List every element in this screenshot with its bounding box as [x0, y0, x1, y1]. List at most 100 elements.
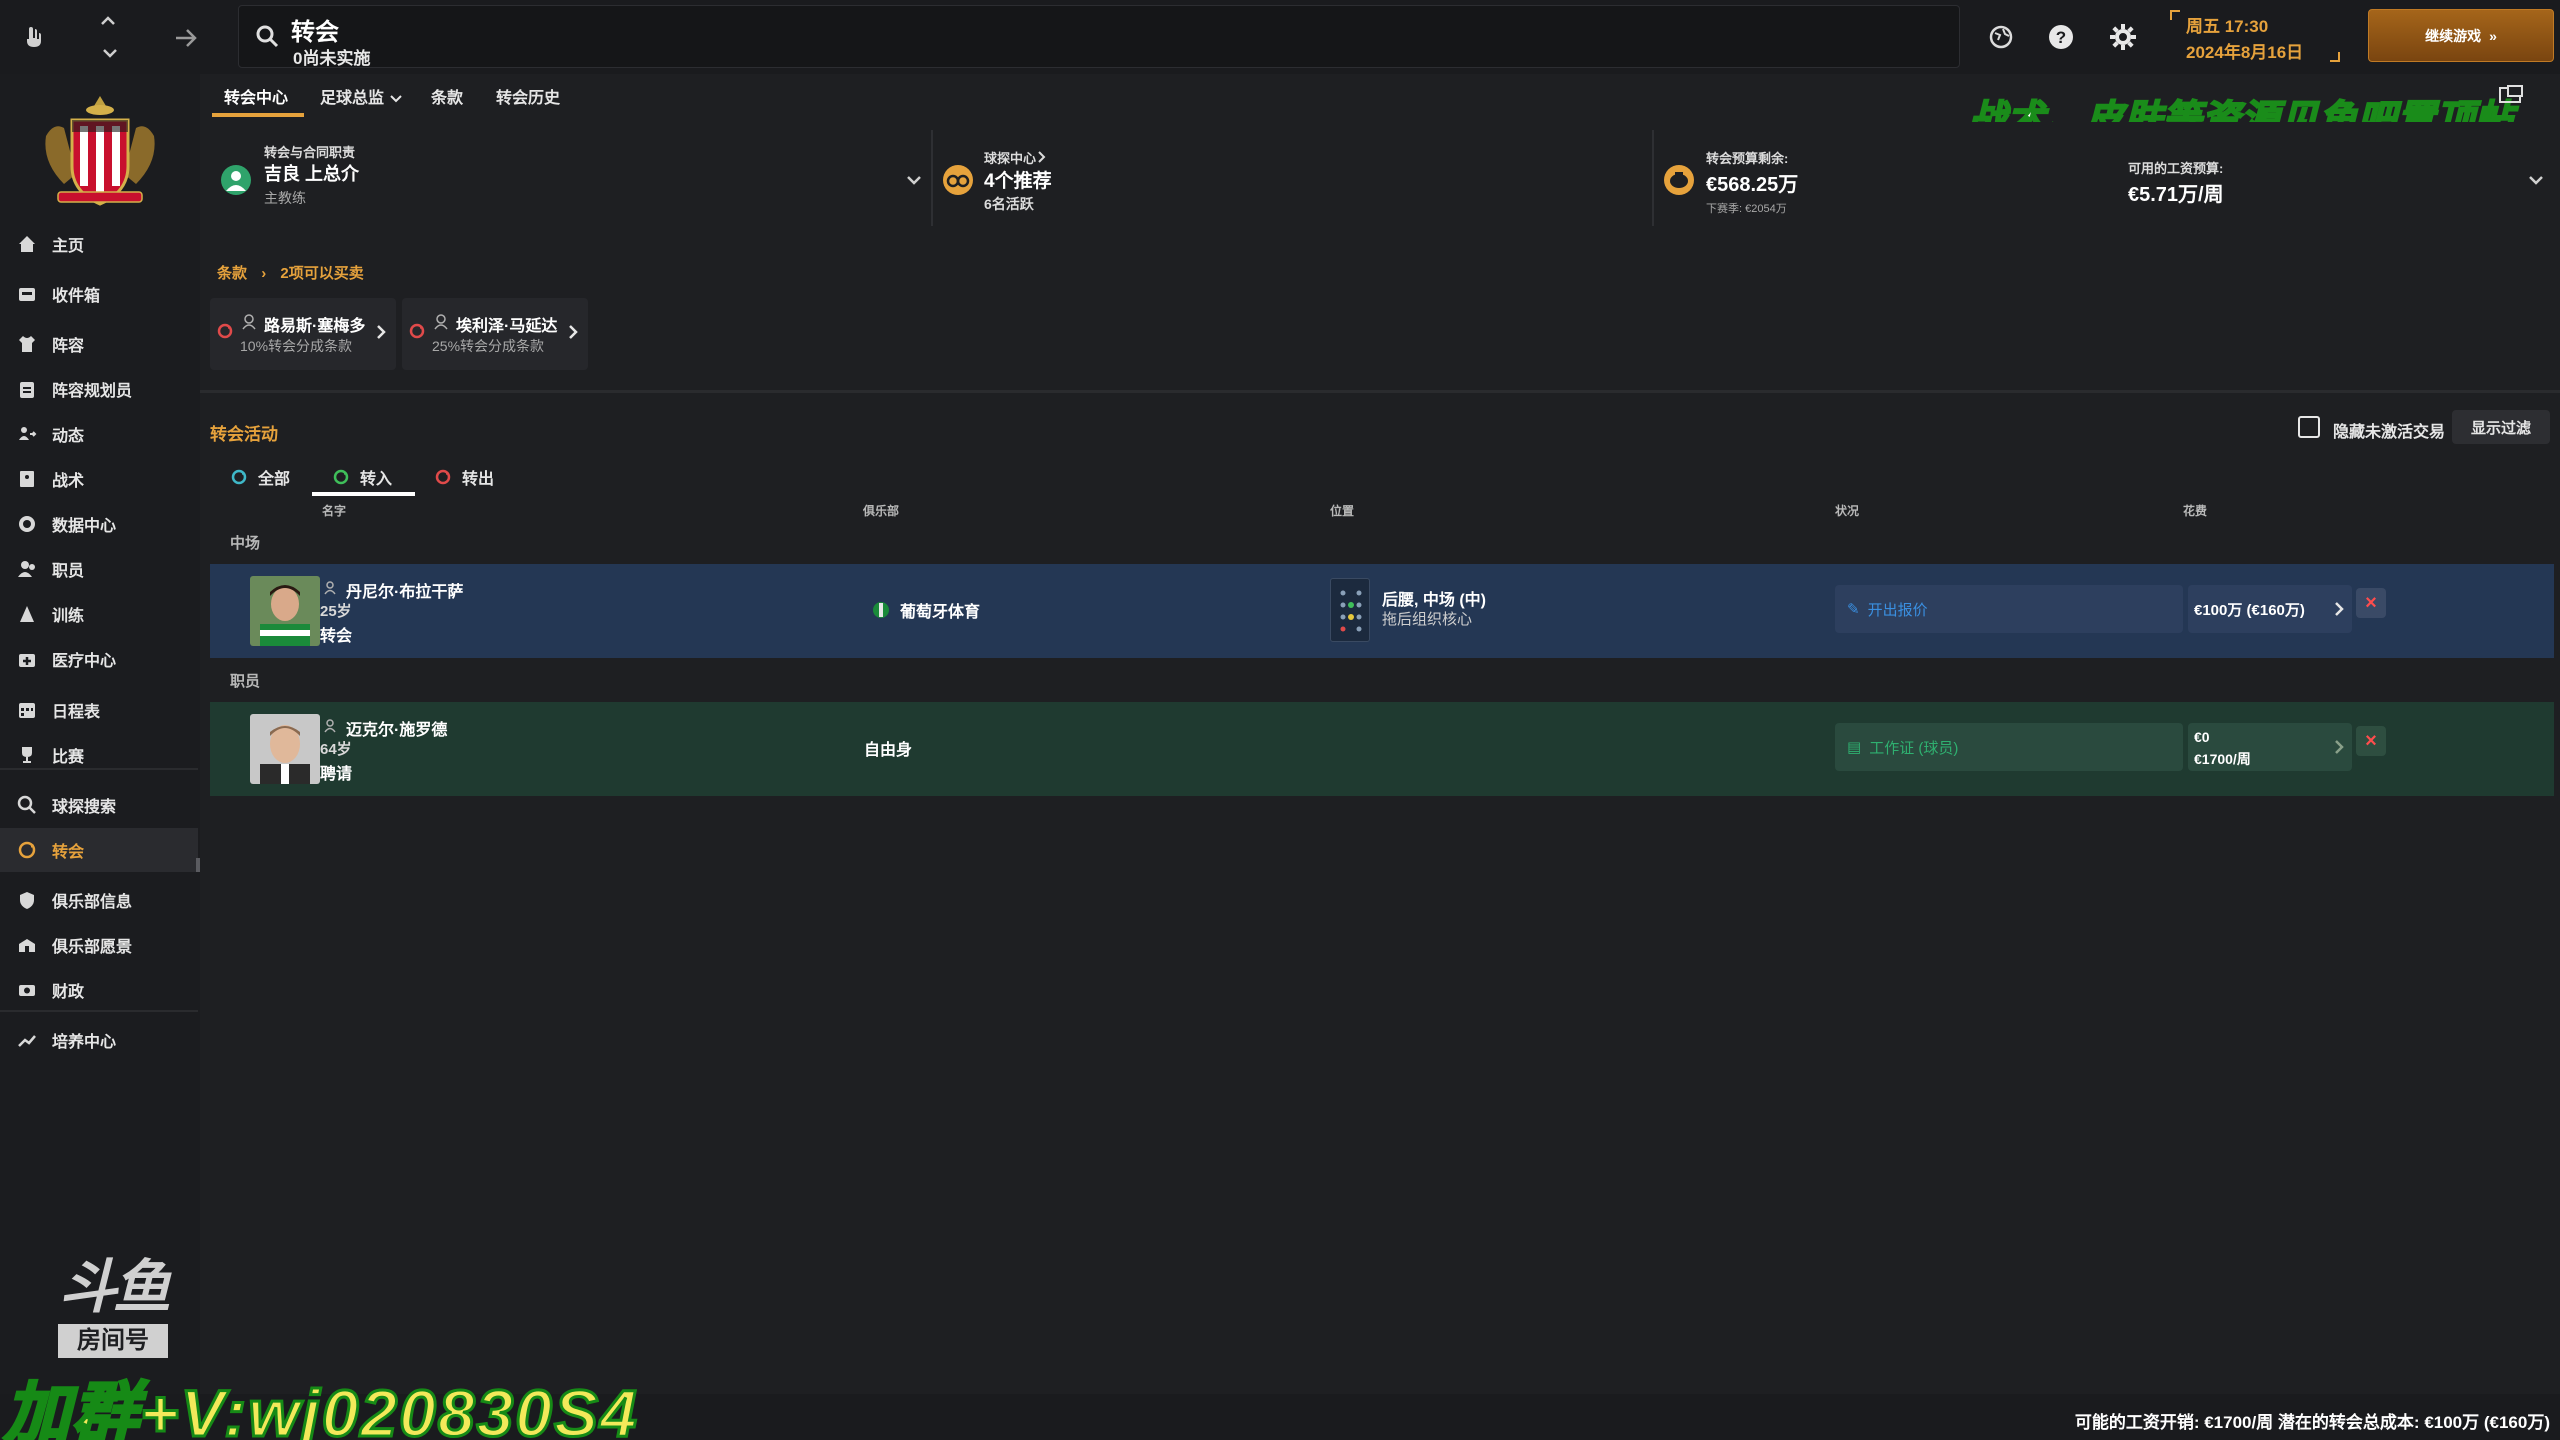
player-role: 拖后组织核心 [1382, 611, 1473, 628]
tab-transfer-history[interactable]: 转会历史 [496, 84, 560, 108]
sidebar-item-label: 培养中心 [52, 1034, 117, 1051]
sidebar-item-transfer[interactable]: 转会 [0, 828, 198, 872]
data-icon [16, 513, 38, 535]
column-header-position[interactable]: 位置 [1330, 502, 1354, 519]
scouting-active: 6名活跃 [984, 196, 1034, 212]
sidebar-item-development[interactable]: 培养中心 [0, 1018, 198, 1062]
tactics-icon [16, 468, 38, 490]
responsible-name: 吉良 上总介 [264, 164, 360, 184]
douyu-logo: 斗鱼 房间号 [40, 1256, 186, 1366]
sidebar-item-staff[interactable]: 职员 [0, 547, 198, 591]
sidebar-item-medical[interactable]: 医疗中心 [0, 637, 198, 681]
fee-box[interactable]: €0 €1700/周 [2188, 723, 2352, 771]
scouting-label[interactable]: 球探中心 [984, 148, 1036, 167]
column-header-fee[interactable]: 花费 [2183, 502, 2207, 519]
sidebar-item-label: 战术 [52, 473, 85, 490]
sidebar-item-label: 动态 [52, 428, 85, 445]
filter-tab-incoming[interactable]: 转入 [332, 460, 392, 494]
sidebar-item-label: 训练 [52, 608, 85, 625]
club-crest-icon [872, 601, 890, 624]
column-header-name[interactable]: 名字 [322, 502, 346, 519]
close-icon: × [2365, 591, 2377, 614]
forward-arrow-icon[interactable] [170, 22, 202, 54]
sidebar-item-finance[interactable]: 财政 [0, 968, 198, 1012]
corner-bracket-br [2330, 52, 2340, 62]
down-arrow-icon[interactable] [98, 44, 122, 62]
summary-divider [1652, 130, 1654, 226]
douyu-room-label: 房间号 [58, 1324, 168, 1358]
sidebar-item-shirt[interactable]: 阵容 [0, 322, 198, 366]
breadcrumb-clauses[interactable]: 条款 [217, 265, 247, 282]
staff-name[interactable]: 迈克尔·施罗德 [346, 716, 447, 740]
sidebar-item-inbox[interactable]: 收件箱 [0, 272, 198, 316]
fee-wage: €1700/周 [2194, 751, 2251, 767]
tab-transfer-center[interactable]: 转会中心 [224, 84, 288, 108]
sidebar-item-tactics[interactable]: 战术 [0, 457, 198, 501]
sidebar-item-dynamics[interactable]: 动态 [0, 412, 198, 456]
cancel-deal-button[interactable]: × [2356, 726, 2386, 756]
tab-clauses[interactable]: 条款 [431, 84, 463, 108]
sidebar-item-label: 日程表 [52, 704, 101, 721]
group-label-midfield: 中场 [230, 535, 261, 552]
help-icon[interactable]: ? [2044, 20, 2078, 54]
sidebar-item-search[interactable]: 球探搜索 [0, 783, 198, 827]
tab-director-of-football[interactable]: 足球总监 [320, 84, 384, 108]
sidebar-item-label: 收件箱 [52, 288, 101, 305]
breadcrumb-tradable[interactable]: 2项可以买卖 [280, 265, 363, 282]
club-badge[interactable] [34, 92, 166, 210]
show-filter-button[interactable]: 显示过滤 [2452, 410, 2550, 444]
group-label-staff: 职员 [230, 673, 261, 690]
trophy-icon [16, 744, 38, 766]
status-label: 工作证 (球员) [1869, 739, 1959, 757]
filter-tab-all[interactable]: 全部 [230, 460, 290, 494]
fee-box[interactable]: €100万 (€160万) [2188, 585, 2352, 633]
cancel-deal-button[interactable]: × [2356, 588, 2386, 618]
chevron-down-icon [390, 90, 402, 108]
clipboard-icon [16, 378, 38, 400]
club-name: 自由身 [864, 742, 913, 759]
sidebar-item-data[interactable]: 数据中心 [0, 502, 198, 546]
budget-dropdown-icon[interactable] [2528, 172, 2544, 190]
back-icon[interactable] [16, 20, 52, 56]
status-offer-made[interactable]: ✎ 开出报价 [1835, 585, 2183, 633]
continue-button[interactable]: 继续游戏 » [2368, 9, 2554, 62]
deal-type: 转会 [320, 628, 353, 645]
double-chevron-icon: » [2489, 27, 2497, 44]
club-name[interactable]: 葡萄牙体育 [900, 598, 980, 622]
sidebar-item-trophy[interactable]: 比赛 [0, 733, 198, 777]
column-header-club[interactable]: 俱乐部 [863, 502, 899, 519]
hide-inactive-checkbox[interactable] [2298, 416, 2320, 438]
transfer-row[interactable]: 迈克尔·施罗德 64岁 聘请 自由身 ▤ 工作证 (球员) €0 €1700/周… [210, 702, 2554, 796]
responsible-role: 主教练 [264, 190, 306, 206]
wage-budget-label: 可用的工资预算: [2128, 161, 2224, 176]
clause-card[interactable]: 路易斯·塞梅多 10%转会分成条款 [210, 298, 396, 370]
active-filter-indicator [312, 492, 415, 496]
status-work-permit[interactable]: ▤ 工作证 (球员) [1835, 723, 2183, 771]
sidebar-item-training[interactable]: 训练 [0, 592, 198, 636]
chevron-right-icon [376, 324, 386, 345]
responsible-dropdown-icon[interactable] [906, 172, 922, 190]
hide-inactive-label[interactable]: 隐藏未激活交易 [2333, 418, 2445, 442]
search-box[interactable]: 转会 0尚未实施 [238, 5, 1960, 68]
column-header-status[interactable]: 状况 [1835, 502, 1859, 519]
sidebar-item-clipboard[interactable]: 阵容规划员 [0, 367, 198, 411]
svg-text:?: ? [2056, 28, 2066, 47]
sidebar-item-label: 职员 [52, 563, 85, 580]
globe-icon[interactable] [1984, 20, 2018, 54]
clause-card[interactable]: 埃利泽·马延达 25%转会分成条款 [402, 298, 588, 370]
clause-player-name: 埃利泽·马延达 [456, 318, 558, 335]
sidebar-item-calendar[interactable]: 日程表 [0, 688, 198, 732]
sidebar-item-vision[interactable]: 俱乐部愿景 [0, 923, 198, 967]
filter-tab-outgoing-label: 转出 [462, 471, 495, 488]
top-bar: 转会 0尚未实施 ? 周五 17:30 2024年8月16日 继续游戏 » [0, 0, 2560, 74]
sidebar-item-shield[interactable]: 俱乐部信息 [0, 878, 198, 922]
player-name[interactable]: 丹尼尔·布拉干萨 [346, 578, 463, 602]
transfer-row[interactable]: 丹尼尔·布拉干萨 25岁 转会 葡萄牙体育 后腰, 中场 (中) 拖后组织核心 … [210, 564, 2554, 658]
sidebar-item-home[interactable]: 主页 [0, 222, 198, 266]
gear-icon[interactable] [2106, 20, 2140, 54]
up-arrow-icon[interactable] [98, 12, 118, 30]
budget-value: €568.25万 [1706, 174, 1799, 196]
filter-tab-outgoing[interactable]: 转出 [434, 460, 494, 494]
chevron-right-icon [568, 324, 578, 345]
transfer-in-icon [333, 469, 349, 485]
